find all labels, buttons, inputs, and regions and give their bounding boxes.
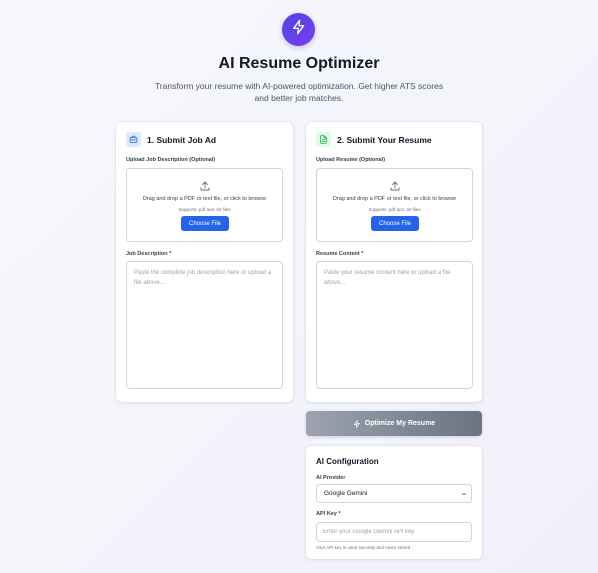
optimize-resume-label: Optimize My Resume — [364, 420, 436, 427]
resume-choose-file-button[interactable]: Choose File — [371, 216, 419, 231]
ai-config-card: AI Configuration AI Provider Google Gemi… — [306, 446, 482, 559]
lightning-icon — [291, 19, 307, 40]
chevron-down-icon — [461, 491, 467, 499]
upload-job-label: Upload Job Description (Optional) — [126, 157, 216, 163]
job-ad-card: 1. Submit Job Ad Upload Job Description … — [116, 122, 293, 402]
job-ad-card-header: 1. Submit Job Ad — [126, 132, 216, 147]
job-description-textarea[interactable] — [126, 261, 283, 389]
upload-resume-label: Upload Resume (Optional) — [316, 157, 386, 163]
ai-config-title: AI Configuration — [316, 457, 379, 466]
resume-content-textarea[interactable] — [316, 261, 473, 389]
page-title: AI Resume Optimizer — [218, 55, 380, 72]
optimize-resume-button[interactable]: Optimize My Resume — [306, 411, 482, 436]
ai-provider-value: Google Gemini — [324, 490, 368, 497]
resume-card-header: 2. Submit Your Resume — [316, 132, 432, 147]
job-choose-file-button[interactable]: Choose File — [181, 216, 229, 231]
job-dropzone-text: Drag and drop a PDF or text file, or cli… — [142, 196, 267, 202]
resume-dropzone[interactable]: Drag and drop a PDF or text file, or cli… — [316, 168, 473, 242]
resume-content-label: Resume Content * — [316, 251, 364, 257]
job-description-label: Job Description * — [126, 251, 172, 257]
api-key-label: API Key * — [316, 511, 341, 517]
api-key-help-text: Your API key is used securely and never … — [316, 545, 411, 550]
page-subtitle: Transform your resume with AI-powered op… — [154, 81, 444, 103]
upload-icon — [389, 179, 401, 197]
lightning-icon — [353, 419, 361, 428]
document-icon — [316, 132, 331, 147]
ai-provider-select[interactable]: Google Gemini — [316, 484, 472, 503]
api-key-input[interactable] — [316, 522, 472, 542]
resume-dropzone-text: Drag and drop a PDF or text file, or cli… — [332, 196, 457, 202]
resume-card-title: 2. Submit Your Resume — [337, 134, 432, 145]
resume-card: 2. Submit Your Resume Upload Resume (Opt… — [306, 122, 482, 402]
resume-dropzone-hint: Supports .pdf and .txt files — [368, 207, 421, 212]
job-dropzone-hint: Supports .pdf and .txt files — [178, 207, 231, 212]
ai-provider-label: AI Provider — [316, 475, 346, 481]
app-logo — [282, 13, 315, 46]
job-dropzone[interactable]: Drag and drop a PDF or text file, or cli… — [126, 168, 283, 242]
briefcase-icon — [126, 132, 141, 147]
upload-icon — [199, 179, 211, 197]
job-ad-card-title: 1. Submit Job Ad — [147, 134, 217, 145]
